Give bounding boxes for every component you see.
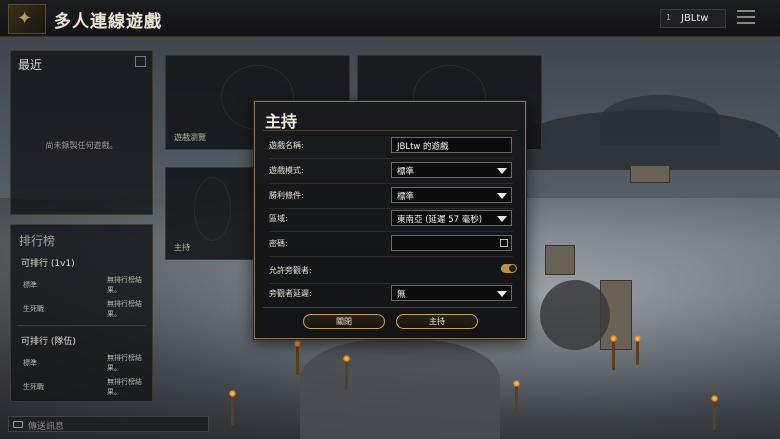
- game-mode-row: 遊戲模式: 標準: [269, 162, 513, 184]
- region-select[interactable]: 東南亞 (延遲 57 毫秒): [391, 210, 512, 226]
- leaderboard-value: 無排行榜結果。: [107, 378, 142, 396]
- spectator-delay-row: 旁觀者延遲: 無: [269, 285, 513, 303]
- game-mode-select[interactable]: 標準: [391, 162, 512, 178]
- leaderboard-value: 無排行榜結果。: [107, 276, 142, 294]
- divider: [263, 307, 517, 308]
- dialog-title: 主持: [265, 112, 298, 131]
- password-row: 密碼:: [269, 235, 513, 257]
- game-name-value: JBLtw 的遊戲: [397, 142, 449, 152]
- close-button[interactable]: 關閉: [303, 314, 385, 329]
- leaderboard-panel: 排行榜 可排行 (1v1) 標準 無排行榜結果。 生死戰 無排行榜結果。 可排行…: [10, 224, 153, 402]
- username: JBLtw: [681, 13, 709, 24]
- field-label: 允許旁觀者:: [269, 266, 312, 275]
- game-name-row: 遊戲名稱: JBLtw 的遊戲: [269, 137, 513, 159]
- field-label: 遊戲名稱:: [269, 141, 304, 150]
- leaderboard-mode: 生死戰: [23, 305, 44, 313]
- region-row: 區域: 東南亞 (延遲 57 毫秒): [269, 210, 513, 232]
- leaderboard-value: 無排行榜結果。: [107, 354, 142, 372]
- divider: [17, 325, 146, 326]
- divider: [263, 130, 517, 131]
- leaderboard-mode: 生死戰: [23, 383, 44, 391]
- recent-panel: 最近 尚未錄製任何遊戲。: [10, 50, 153, 215]
- spectator-delay-select[interactable]: 無: [391, 285, 512, 301]
- field-label: 密碼:: [269, 239, 288, 248]
- victory-value: 標準: [397, 192, 415, 202]
- page-title: 多人連線遊戲: [54, 12, 162, 32]
- edit-icon[interactable]: [135, 56, 146, 67]
- tile-label: 主持: [174, 243, 190, 252]
- emblem-icon: ✦: [17, 8, 33, 29]
- host-game-tile[interactable]: 主持: [165, 167, 260, 260]
- field-label: 勝利條件:: [269, 191, 304, 200]
- allow-spectators-toggle[interactable]: [501, 264, 517, 273]
- tile-art-icon: [193, 177, 232, 241]
- field-label: 遊戲模式:: [269, 166, 304, 175]
- leaderboard-mode: 標準: [23, 359, 37, 367]
- field-label: 區域:: [269, 214, 288, 223]
- recent-title: 最近: [18, 58, 43, 72]
- chat-input[interactable]: 傳送訊息: [8, 416, 209, 432]
- hamburger-menu-icon[interactable]: [737, 10, 755, 26]
- top-bar: ✦ 多人連線遊戲 1 JBLtw: [0, 0, 780, 37]
- password-input[interactable]: [391, 235, 512, 251]
- leaderboard-row: 標準 無排行榜結果。: [11, 273, 152, 297]
- game-mode-value: 標準: [397, 167, 415, 177]
- chevron-down-icon: [497, 193, 507, 199]
- leaderboard-section-title: 可排行 (隊伍): [21, 337, 76, 347]
- chevron-down-icon: [497, 216, 507, 222]
- chevron-down-icon: [497, 291, 507, 297]
- leaderboard-value: 無排行榜結果。: [107, 300, 142, 318]
- user-badge[interactable]: 1 JBLtw: [660, 9, 726, 28]
- chat-icon: [13, 421, 23, 428]
- leaderboard-row: 標準 無排行榜結果。: [11, 351, 152, 375]
- host-button[interactable]: 主持: [396, 314, 478, 329]
- leaderboard-mode: 標準: [23, 281, 37, 289]
- host-dialog: 主持 遊戲名稱: JBLtw 的遊戲 遊戲模式: 標準 勝利條件: 標準 區域:…: [254, 101, 526, 339]
- chat-placeholder: 傳送訊息: [28, 422, 65, 432]
- region-value: 東南亞 (延遲 57 毫秒): [397, 215, 483, 225]
- spectators-row: 允許旁觀者:: [269, 262, 517, 284]
- leaderboard-row: 生死戰 無排行榜結果。: [11, 375, 152, 399]
- tile-label: 遊戲瀏覽: [174, 133, 206, 142]
- spectator-delay-value: 無: [397, 290, 406, 300]
- victory-row: 勝利條件: 標準: [269, 187, 513, 209]
- back-logo-button[interactable]: ✦: [8, 4, 46, 34]
- recent-empty-text: 尚未錄製任何遊戲。: [45, 141, 118, 150]
- chevron-down-icon: [497, 168, 507, 174]
- pencil-icon: [500, 239, 508, 247]
- leaderboard-title: 排行榜: [19, 234, 56, 248]
- victory-select[interactable]: 標準: [391, 187, 512, 203]
- field-label: 旁觀者延遲:: [269, 289, 312, 298]
- leaderboard-section-title: 可排行 (1v1): [21, 259, 75, 269]
- user-level: 1: [666, 13, 672, 22]
- game-name-input[interactable]: JBLtw 的遊戲: [391, 137, 512, 153]
- leaderboard-row: 生死戰 無排行榜結果。: [11, 297, 152, 321]
